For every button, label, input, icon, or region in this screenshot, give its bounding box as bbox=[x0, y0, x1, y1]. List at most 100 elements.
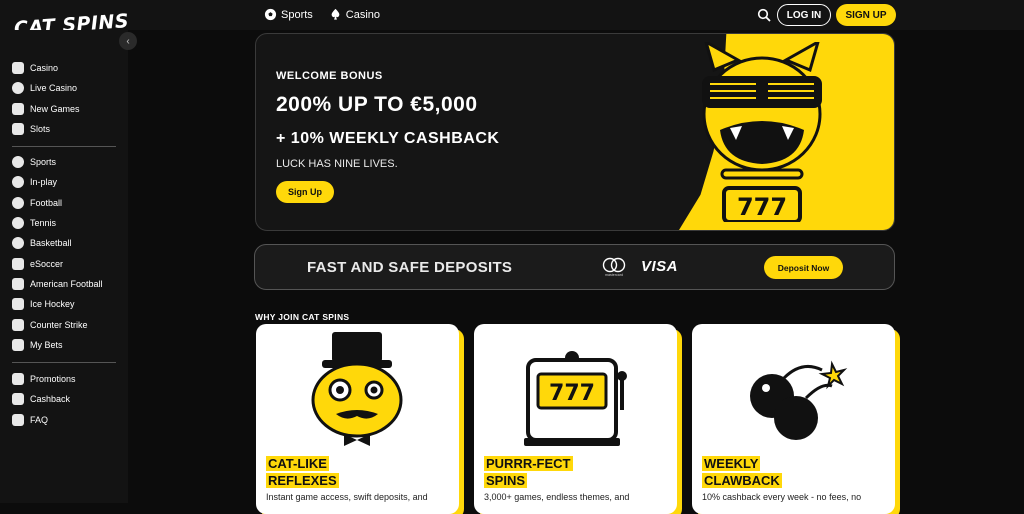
nav-casino[interactable]: Casino bbox=[329, 8, 380, 21]
sidebar-item-my-bets[interactable]: My Bets bbox=[12, 335, 116, 355]
sidebar-item-new-games[interactable]: New Games bbox=[12, 99, 116, 119]
nav-casino-label: Casino bbox=[345, 8, 381, 21]
top-nav: Sports Casino bbox=[264, 8, 380, 21]
card-title-line2: REFLEXES bbox=[266, 473, 339, 488]
sidebar-item-label: My Bets bbox=[30, 339, 63, 350]
sidebar-item-label: Football bbox=[30, 197, 63, 208]
sidebar-item-sports[interactable]: Sports bbox=[12, 152, 116, 172]
sidebar-item-label: Live Casino bbox=[30, 83, 78, 94]
card-description: 3,000+ games, endless themes, and bbox=[484, 492, 630, 502]
top-bar: CAT SPINS Sports Casino LOG IN SIGN UP bbox=[0, 0, 1024, 40]
slot-machine-illustration: 777 bbox=[524, 351, 627, 446]
card-title-line1: CAT-LIKE bbox=[266, 456, 329, 471]
sidebar-item-ice-hockey[interactable]: Ice Hockey bbox=[12, 294, 116, 314]
cat-badge-777: 777 bbox=[737, 193, 787, 221]
football-icon bbox=[12, 196, 24, 209]
lightning-icon bbox=[12, 102, 24, 115]
sidebar-item-label: Slots bbox=[30, 124, 51, 135]
deposit-now-button[interactable]: Deposit Now bbox=[764, 256, 843, 279]
basketball-icon bbox=[12, 237, 24, 250]
sidebar-item-esoccer[interactable]: eSoccer bbox=[12, 253, 116, 273]
card-title-line2: CLAWBACK bbox=[702, 473, 782, 488]
spade-icon bbox=[331, 8, 340, 20]
sidebar-group-sports: Sports In-play Football Tennis Basketbal… bbox=[12, 152, 116, 355]
sidebar-item-label: eSoccer bbox=[30, 258, 64, 269]
spade-icon bbox=[12, 123, 24, 136]
sidebar-item-football[interactable]: Football bbox=[12, 193, 116, 213]
banner-signup-button[interactable]: Sign Up bbox=[276, 181, 334, 203]
sidebar-item-faq[interactable]: FAQ bbox=[12, 410, 116, 430]
search-icon[interactable] bbox=[757, 8, 771, 22]
banner-subheadline: + 10% WEEKLY CASHBACK bbox=[276, 130, 500, 147]
signup-button[interactable]: SIGN UP bbox=[836, 4, 896, 26]
sidebar-item-label: Casino bbox=[30, 63, 59, 74]
collapse-sidebar-button[interactable]: ‹ bbox=[119, 32, 137, 50]
card-title: CAT-LIKE REFLEXES bbox=[266, 455, 339, 489]
card-title: PURRR-FECT SPINS bbox=[484, 455, 573, 489]
sidebar-item-counter-strike[interactable]: Counter Strike bbox=[12, 314, 116, 334]
cat-mascot-illustration: 777 bbox=[702, 42, 822, 222]
feature-card-clawback[interactable]: WEEKLY CLAWBACK 10% cashback every week -… bbox=[692, 324, 895, 514]
nav-sports-label: Sports bbox=[281, 8, 313, 21]
card-title-line1: PURRR-FECT bbox=[484, 456, 573, 471]
sidebar-item-slots[interactable]: Slots bbox=[12, 119, 116, 139]
sidebar-item-tennis[interactable]: Tennis bbox=[12, 213, 116, 233]
card-title-line1: WEEKLY bbox=[702, 456, 761, 471]
sidebar-item-live-casino[interactable]: Live Casino bbox=[12, 78, 116, 98]
card-description: Instant game access, swift deposits, and bbox=[266, 492, 428, 502]
visa-logo: VISA bbox=[641, 258, 679, 275]
gamepad-icon bbox=[12, 257, 24, 270]
card-title-line2: SPINS bbox=[484, 473, 528, 488]
tennis-ball-icon bbox=[12, 217, 24, 230]
sidebar-group-promos: Promotions Cashback FAQ bbox=[12, 369, 116, 430]
feature-card-reflexes[interactable]: CAT-LIKE REFLEXES Instant game access, sw… bbox=[256, 324, 459, 514]
feature-card-spins[interactable]: 777 PURRR-FECT SPINS 3,000+ games, endles… bbox=[474, 324, 677, 514]
bombs-illustration bbox=[750, 360, 848, 440]
deposit-title: FAST AND SAFE DEPOSITS bbox=[307, 259, 513, 276]
banner-tagline: LUCK HAS NINE LIVES. bbox=[276, 158, 398, 170]
sidebar-item-american-football[interactable]: American Football bbox=[12, 274, 116, 294]
sidebar-item-label: FAQ bbox=[30, 414, 49, 425]
sidebar-item-casino[interactable]: Casino bbox=[12, 58, 116, 78]
card-description: 10% cashback every week - no fees, no bbox=[702, 492, 862, 502]
login-button[interactable]: LOG IN bbox=[777, 4, 831, 26]
banner-kicker: WELCOME BONUS bbox=[276, 70, 383, 82]
sidebar-item-label: In-play bbox=[30, 177, 58, 188]
sidebar-item-cashback[interactable]: Cashback bbox=[12, 389, 116, 409]
deposit-strip: FAST AND SAFE DEPOSITS mastercard VISA D… bbox=[254, 244, 895, 290]
welcome-bonus-banner[interactable]: WELCOME BONUS 200% UP TO €5,000 + 10% WE… bbox=[255, 33, 895, 231]
mastercard-logo: mastercard bbox=[602, 257, 626, 277]
banner-headline: 200% UP TO €5,000 bbox=[276, 93, 478, 116]
sidebar-divider bbox=[12, 362, 116, 363]
faq-icon bbox=[12, 413, 24, 426]
sidebar-item-label: Cashback bbox=[30, 394, 71, 405]
gift-icon bbox=[12, 373, 24, 386]
play-circle-icon bbox=[12, 176, 24, 189]
sidebar-divider bbox=[12, 146, 116, 147]
sidebar-item-label: American Football bbox=[30, 278, 103, 289]
cashback-icon bbox=[12, 393, 24, 406]
sidebar-item-label: Ice Hockey bbox=[30, 299, 75, 310]
monocle-cat-illustration bbox=[311, 332, 403, 446]
card-title: WEEKLY CLAWBACK bbox=[702, 455, 782, 489]
soccer-ball-icon bbox=[264, 8, 277, 21]
american-football-icon bbox=[12, 277, 24, 290]
slot-reels-777: 777 bbox=[549, 381, 595, 406]
soccer-ball-icon bbox=[12, 156, 24, 169]
why-join-heading: WHY JOIN CAT SPINS bbox=[255, 312, 350, 322]
sidebar-item-in-play[interactable]: In-play bbox=[12, 172, 116, 192]
sidebar-item-label: Basketball bbox=[30, 238, 72, 249]
hockey-stick-icon bbox=[12, 298, 24, 311]
sidebar-item-label: Counter Strike bbox=[30, 319, 88, 330]
chip-icon bbox=[12, 82, 24, 95]
bets-icon bbox=[12, 338, 24, 351]
sidebar-item-label: Sports bbox=[30, 157, 57, 168]
flame-icon bbox=[12, 62, 24, 75]
sidebar-item-basketball[interactable]: Basketball bbox=[12, 233, 116, 253]
nav-sports[interactable]: Sports bbox=[264, 8, 313, 21]
sidebar-item-label: Tennis bbox=[30, 218, 57, 229]
sidebar-item-label: New Games bbox=[30, 103, 80, 114]
sidebar-group-casino: Casino Live Casino New Games Slots bbox=[12, 58, 116, 139]
soldier-icon bbox=[12, 318, 24, 331]
sidebar-item-promotions[interactable]: Promotions bbox=[12, 369, 116, 389]
